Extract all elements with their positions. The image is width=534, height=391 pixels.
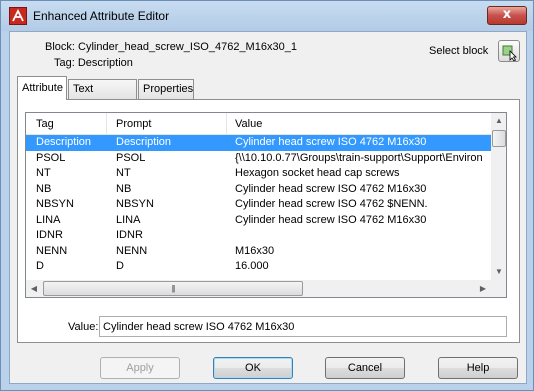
title-bar[interactable]: Enhanced Attribute Editor x [1,1,533,31]
cell-value: 16.000 [235,260,269,272]
cell-tag: D [36,260,44,272]
cell-value: Cylinder head screw ISO 4762 M16x30 [235,182,427,195]
column-header-prompt[interactable]: Prompt [116,118,151,130]
dialog-window: Enhanced Attribute Editor x Block: Cylin… [0,0,534,391]
cell-prompt: IDNR [116,229,143,241]
cell-prompt: LINA [116,213,141,226]
cell-tag: IDNR [36,229,63,241]
window-title: Enhanced Attribute Editor [33,9,170,23]
list-header: Tag Prompt Value [26,113,491,135]
cell-prompt: Description [116,136,172,148]
scroll-up-arrow-icon[interactable]: ▲ [491,113,506,129]
vertical-scrollbar[interactable]: ▲ ▼ [491,113,506,280]
scrollbar-corner [491,280,506,297]
cell-value: Cylinder head screw ISO 4762 M16x30 [235,136,427,148]
cell-tag: PSOL [36,151,66,164]
close-button[interactable]: x [487,6,527,25]
table-row[interactable]: D D 16.000 [26,259,491,275]
horizontal-scroll-thumb[interactable]: ||| [43,281,303,296]
apply-button[interactable]: Apply [100,357,180,379]
dialog-client-area: Block: Cylinder_head_screw_ISO_4762_M16x… [9,31,527,384]
vertical-scroll-thumb[interactable] [492,130,506,147]
value-input[interactable] [99,316,507,337]
table-row[interactable]: PSOL PSOL {\\10.10.0.77\Groups\train-sup… [26,151,491,167]
table-row[interactable]: LINA LINA Cylinder head screw ISO 4762 M… [26,213,491,229]
autocad-app-icon [9,7,27,25]
attribute-list[interactable]: Tag Prompt Value Description Description… [25,112,507,298]
column-divider[interactable] [106,113,107,135]
cell-value: Hexagon socket head cap screws [235,167,400,179]
value-label: Value: [68,321,99,333]
table-row[interactable]: NT NT Hexagon socket head cap screws [26,166,491,182]
cell-prompt: NT [116,167,131,179]
cell-value: M16x30 [235,244,275,257]
cell-prompt: NBSYN [116,198,154,210]
cell-value: {\\10.10.0.77\Groups\train-support\Suppo… [235,151,483,164]
select-block-icon [502,45,517,61]
column-header-tag[interactable]: Tag [36,118,54,130]
table-row[interactable]: IDNR IDNR [26,228,491,244]
scroll-right-arrow-icon[interactable]: ▶ [475,280,491,297]
cell-tag: Description [36,136,92,148]
cell-value: Cylinder head screw ISO 4762 $NENN. [235,198,428,210]
help-button[interactable]: Help [438,357,518,379]
block-name-label: Block: Cylinder_head_screw_ISO_4762_M16x… [45,41,297,53]
select-block-label: Select block [429,45,489,57]
cell-prompt: D [116,260,124,272]
cell-prompt: PSOL [116,151,146,164]
cell-tag: LINA [36,213,61,226]
column-header-value[interactable]: Value [235,118,262,130]
cell-value: Cylinder head screw ISO 4762 M16x30 [235,213,427,226]
table-row[interactable]: NB NB Cylinder head screw ISO 4762 M16x3… [26,182,491,198]
tab-properties[interactable]: Properties [138,79,194,99]
tag-name-label: Tag: Description [54,57,133,69]
horizontal-scrollbar[interactable]: ◀ ||| ▶ [26,280,491,297]
table-row[interactable]: NENN NENN M16x30 [26,244,491,260]
tab-attribute[interactable]: Attribute [17,76,67,100]
table-row[interactable]: Description Description Cylinder head sc… [26,135,491,151]
cell-tag: NBSYN [36,198,74,210]
column-divider[interactable] [226,113,227,135]
table-row[interactable]: NBSYN NBSYN Cylinder head screw ISO 4762… [26,197,491,213]
cell-prompt: NB [116,182,132,195]
list-rows: Description Description Cylinder head sc… [26,135,491,279]
ok-button[interactable]: OK [213,357,293,379]
scroll-left-arrow-icon[interactable]: ◀ [26,280,42,297]
cell-tag: NT [36,167,51,179]
cell-tag: NENN [36,244,68,257]
tab-text-options[interactable]: Text Options [68,79,137,113]
select-block-button[interactable] [498,40,520,62]
scroll-down-arrow-icon[interactable]: ▼ [491,264,506,280]
cell-tag: NB [36,182,52,195]
cancel-button[interactable]: Cancel [325,357,405,379]
cell-prompt: NENN [116,244,148,257]
